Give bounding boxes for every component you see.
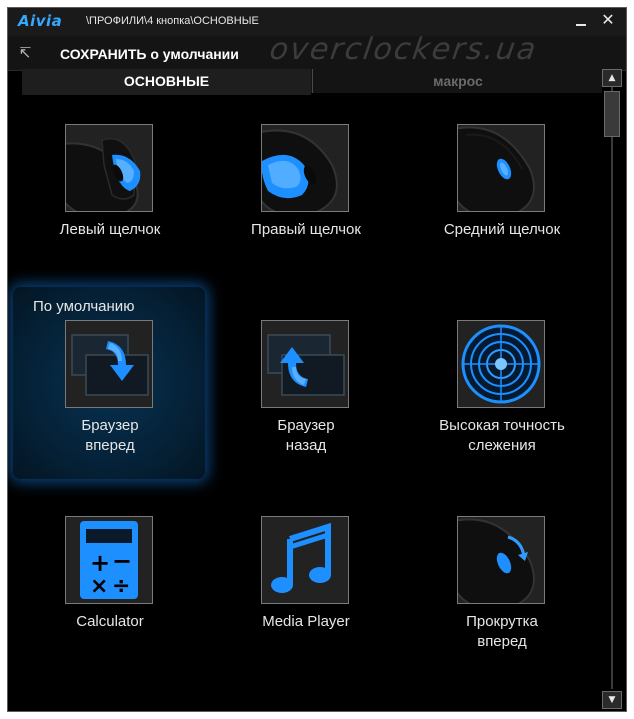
svg-text:÷: ÷ — [112, 574, 130, 599]
vertical-scrollbar[interactable]: ▲ ▼ — [602, 69, 624, 709]
scroll-up-button[interactable]: ▲ — [602, 69, 622, 87]
app-logo: Aivia — [18, 12, 63, 30]
option-browser-back[interactable]: Браузер назад — [211, 320, 401, 470]
browser-forward-icon — [65, 320, 153, 408]
option-label-line1: Прокрутка — [466, 613, 538, 630]
tab-macro[interactable]: макрос — [312, 69, 603, 93]
tab-basic[interactable]: ОСНОВНЫЕ — [22, 69, 311, 95]
option-middle-click[interactable]: Средний щелчок — [407, 124, 597, 274]
close-button[interactable]: ✕ — [600, 11, 616, 29]
option-label-line1: Браузер — [81, 417, 139, 434]
save-default-button[interactable]: СОХРАНИТЬ о умолчании — [60, 46, 266, 62]
option-media-player[interactable]: Media Player — [211, 516, 401, 666]
option-label: Прокрутка вперед — [407, 612, 597, 652]
option-label: Левый щелчок — [59, 221, 161, 238]
scroll-down-button[interactable]: ▼ — [602, 691, 622, 709]
option-label-line2: вперед — [85, 437, 135, 454]
watermark: overclockers.ua — [267, 32, 540, 67]
profile-path: \ПРОФИЛИ\4 кнопка\ОСНОВНЫЕ — [86, 15, 259, 27]
option-label-line2: вперед — [477, 633, 527, 650]
option-label-line1: Высокая точность — [439, 417, 565, 434]
tab-bar: ОСНОВНЫЕ макрос — [22, 69, 603, 95]
svg-text:+: + — [90, 549, 110, 577]
mouse-left-click-icon — [65, 124, 153, 212]
option-calculator[interactable]: + − × ÷ Calculator — [15, 516, 205, 666]
option-label: Высокая точность слежения — [407, 416, 597, 456]
minimize-button[interactable] — [574, 14, 588, 28]
option-label: Правый щелчок — [251, 221, 361, 238]
default-slot-label: По умолчанию — [33, 298, 135, 315]
action-bar: ↸ overclockers.ua СОХРАНИТЬ о умолчании — [8, 32, 626, 71]
scroll-track[interactable] — [611, 87, 613, 689]
option-label-line1: Браузер — [277, 417, 335, 434]
browser-back-icon — [261, 320, 349, 408]
media-player-icon — [261, 516, 349, 604]
option-scroll-forward[interactable]: Прокрутка вперед — [407, 516, 597, 666]
option-right-click[interactable]: Правый щелчок — [211, 124, 401, 274]
option-precision-tracking[interactable]: Высокая точность слежения — [407, 320, 597, 470]
svg-text:×: × — [90, 574, 108, 599]
svg-text:−: − — [112, 547, 132, 575]
mouse-right-click-icon — [261, 124, 349, 212]
option-label: Средний щелчок — [443, 221, 561, 238]
calculator-icon: + − × ÷ — [65, 516, 153, 604]
option-label: Браузер назад — [211, 416, 401, 456]
scroll-forward-icon — [457, 516, 545, 604]
option-label-line2: слежения — [468, 437, 536, 454]
option-label-line2: назад — [285, 437, 327, 454]
mouse-middle-click-icon — [457, 124, 545, 212]
app-window: Aivia \ПРОФИЛИ\4 кнопка\ОСНОВНЫЕ ✕ ↸ ove… — [7, 7, 627, 712]
option-browser-forward[interactable]: Браузер вперед — [15, 320, 205, 470]
option-left-click[interactable]: Левый щелчок — [15, 124, 205, 274]
option-label: Браузер вперед — [15, 416, 205, 456]
option-label: Calculator — [76, 613, 144, 630]
precision-tracking-icon — [457, 320, 545, 408]
scroll-thumb[interactable] — [604, 91, 620, 137]
option-label: Media Player — [262, 613, 350, 630]
back-arrow-icon[interactable]: ↸ — [16, 44, 34, 62]
